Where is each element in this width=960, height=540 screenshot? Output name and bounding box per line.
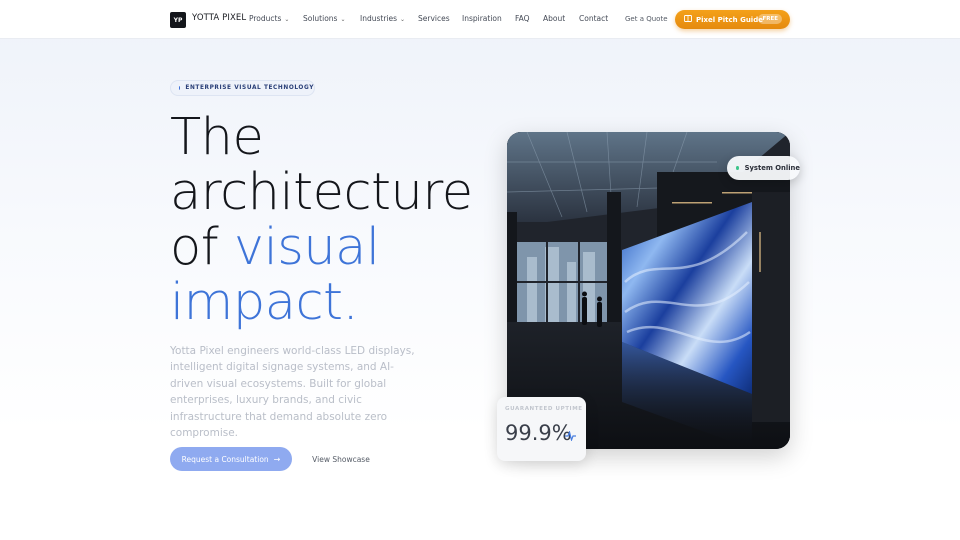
nav-item-label: Products	[249, 14, 282, 23]
nav-item-inspiration[interactable]: Inspiration	[462, 14, 502, 23]
nav-item-services[interactable]: Services	[418, 14, 450, 23]
headline-line-1: The	[170, 108, 264, 167]
request-consultation-button[interactable]: Request a Consultation →	[170, 447, 292, 471]
book-icon	[684, 15, 692, 24]
chevron-down-icon: ⌄	[340, 16, 346, 23]
headline-line-2: architecture	[170, 163, 473, 222]
eyebrow-pill: ENTERPRISE VISUAL TECHNOLOGY	[170, 80, 315, 96]
uptime-card: GUARANTEED UPTIME 99.9%	[497, 397, 586, 461]
free-badge: FREE	[758, 14, 782, 24]
uptime-value: 99.9%	[505, 421, 572, 445]
eyebrow-text: ENTERPRISE VISUAL TECHNOLOGY	[185, 85, 314, 91]
top-nav: YP YOTTA PIXEL Products ⌄ Solutions ⌄ Indu…	[0, 0, 960, 39]
system-status-card: System Online	[727, 156, 800, 180]
headline-line-3-plain: of	[170, 218, 219, 277]
logo-mark[interactable]: YP	[170, 12, 186, 28]
nav-item-about[interactable]: About	[543, 14, 565, 23]
nav-item-solutions[interactable]: Solutions ⌄	[303, 14, 346, 23]
nav-item-faq[interactable]: FAQ	[515, 14, 530, 23]
nav-item-contact[interactable]: Contact	[579, 14, 608, 23]
brand-name[interactable]: YOTTA PIXEL	[192, 13, 246, 23]
pill-dot-icon	[179, 86, 181, 90]
status-text: System Online	[744, 164, 800, 172]
hero-headline: The architecture of visual impact.	[170, 110, 473, 330]
nav-item-label: Solutions	[303, 14, 338, 23]
primary-cta-label: Request a Consultation	[181, 454, 269, 464]
view-showcase-button[interactable]: View Showcase	[302, 447, 380, 471]
nav-item-products[interactable]: Products ⌄	[249, 14, 289, 23]
pixel-pitch-guide-button[interactable]: Pixel Pitch Guide FREE	[675, 10, 790, 29]
chevron-down-icon: ⌄	[400, 16, 406, 23]
hero-intro: Yotta Pixel engineers world-class LED di…	[170, 345, 415, 440]
headline-line-4: impact.	[170, 273, 359, 332]
guide-button-label: Pixel Pitch Guide	[696, 15, 763, 24]
get-quote-link[interactable]: Get a Quote	[625, 15, 668, 23]
nav-item-industries[interactable]: Industries ⌄	[360, 14, 405, 23]
nav-item-label: Industries	[360, 14, 398, 23]
uptime-label: GUARANTEED UPTIME	[505, 406, 583, 412]
headline-line-3-accent: visual	[233, 218, 380, 277]
activity-pulse-icon	[565, 431, 576, 441]
chevron-down-icon: ⌄	[284, 16, 290, 23]
status-dot-icon	[736, 166, 739, 170]
arrow-right-icon: →	[273, 454, 281, 464]
